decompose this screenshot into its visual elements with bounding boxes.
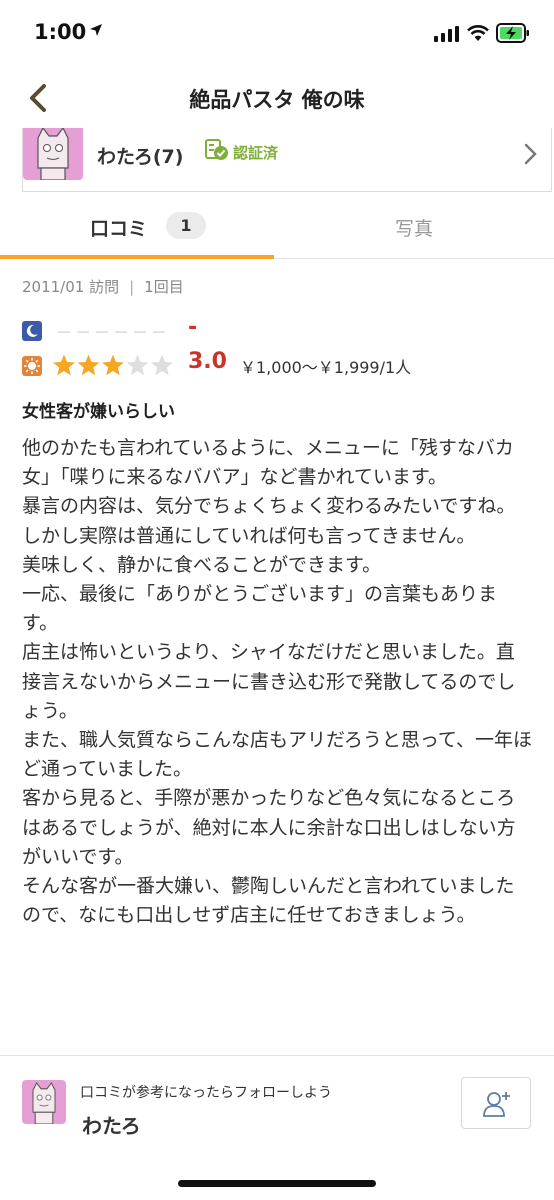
review-paragraph: 美味しく、静かに食べることができます。 — [22, 553, 382, 576]
moon-icon — [22, 321, 42, 341]
visit-count: 1回目 — [144, 278, 184, 296]
tab-reviews-label: 口コミ — [90, 218, 148, 240]
page-title: 絶品パスタ 俺の味 — [189, 88, 365, 112]
star-filled-icon — [77, 354, 100, 376]
review-title: 女性客が嫌いらしい — [22, 402, 175, 422]
lunch-score: 3.0 — [188, 349, 227, 374]
lunch-price: ￥1,000～￥1,999/1人 — [240, 358, 412, 377]
follow-section: 口コミが参考になったらフォローしよう わたろ — [0, 1056, 554, 1200]
avatar[interactable] — [22, 1080, 66, 1124]
tab-reviews-count-badge: 1 — [166, 212, 206, 239]
star-filled-icon — [53, 354, 75, 376]
avatar — [23, 128, 83, 180]
tab-reviews[interactable]: 口コミ 1 — [0, 196, 274, 259]
visit-info: 2011/01 訪問 | 1回目 — [22, 276, 184, 297]
review-paragraph: また、職人気質ならこんな店もアリだろうと思って、一年ほど通っていました。 — [22, 729, 532, 781]
star-filled-icon — [102, 354, 124, 376]
reviewer-card[interactable]: わたろ(7) 認証済 — [22, 128, 552, 192]
active-tab-indicator — [0, 255, 274, 259]
follow-button[interactable] — [461, 1077, 531, 1129]
dinner-score: - — [188, 315, 198, 340]
reviewer-name[interactable]: わたろ(7) — [97, 142, 183, 169]
status-time: 1:00 — [34, 20, 87, 44]
review-body: 他のかたも言われているように、メニューに「残すなバカ女」「喋りに来るなババア」な… — [22, 434, 532, 930]
sun-icon — [22, 356, 42, 376]
location-arrow-icon — [90, 24, 102, 36]
lunch-stars — [53, 354, 173, 376]
nav-bar: 絶品パスタ 俺の味 — [0, 66, 554, 128]
review-paragraph: 店主は怖いというより、シャイなだけだと思いました。直接言えないからメニューに書き… — [22, 641, 516, 722]
wifi-icon — [467, 25, 489, 41]
follow-prompt: 口コミが参考になったらフォローしよう — [80, 1085, 332, 1101]
tab-bar: 口コミ 1 写真 — [0, 196, 554, 259]
signal-icon — [434, 26, 459, 42]
review-paragraph: 暴言の内容は、気分でちょくちょく変わるみたいですね。 — [22, 495, 516, 518]
review-paragraph: 客から見ると、手際が悪かったりなど色々気になるところはあるでしょうが、絶対に本人… — [22, 787, 516, 868]
visit-date: 2011/01 訪問 — [22, 278, 120, 296]
follow-user-name[interactable]: わたろ — [82, 1110, 141, 1139]
tab-photos-label: 写真 — [394, 218, 433, 240]
review-paragraph: 他のかたも言われているように、メニューに「残すなバカ女」「喋りに来るなババア」な… — [22, 437, 514, 489]
battery-charging-icon — [496, 23, 529, 43]
add-user-icon — [483, 1092, 510, 1117]
lunch-rating-row: 3.0 ￥1,000～￥1,999/1人 — [22, 349, 542, 380]
verified-icon — [205, 139, 228, 160]
review-paragraph: 一応、最後に「ありがとうございます」の言葉もあります。 — [22, 583, 498, 635]
visit-separator: | — [129, 278, 135, 296]
tab-photos[interactable]: 写真 — [274, 196, 554, 258]
chevron-right-icon — [524, 143, 537, 165]
review-paragraph: そんな客が一番大嫌い、鬱陶しいんだと言われていましたので、なにも口出しせず店主に… — [22, 875, 515, 927]
star-empty-icon — [151, 354, 173, 376]
verified-label: 認証済 — [233, 144, 279, 162]
star-empty-icon — [126, 354, 149, 376]
dinner-stars-empty: －－－－－－ — [56, 323, 171, 342]
dinner-rating-row: －－－－－－ - — [22, 315, 322, 345]
home-indicator[interactable] — [178, 1180, 376, 1187]
status-bar: 1:00 — [0, 0, 554, 66]
review-paragraph: しかし実際は普通にしていれば何も言ってきません。 — [22, 524, 476, 547]
